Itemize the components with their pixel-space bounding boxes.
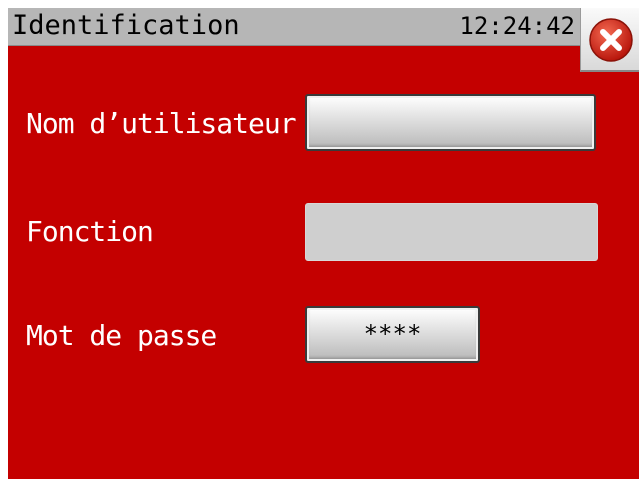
password-label: Mot de passe: [26, 319, 217, 352]
password-field[interactable]: ****: [305, 306, 480, 363]
title-bar: Identification 12:24:42: [8, 8, 583, 46]
function-field: [305, 203, 598, 261]
clock-display: 12:24:42: [459, 12, 575, 40]
close-button[interactable]: [580, 8, 639, 72]
page-title: Identification: [12, 10, 240, 41]
function-label: Fonction: [26, 215, 154, 248]
username-field[interactable]: [305, 94, 596, 151]
close-icon: [589, 18, 633, 62]
password-value: ****: [363, 320, 422, 348]
identification-screen: Identification 12:24:42 Nom d’utilisateu…: [8, 8, 639, 479]
username-label: Nom d’utilisateur: [26, 107, 297, 140]
